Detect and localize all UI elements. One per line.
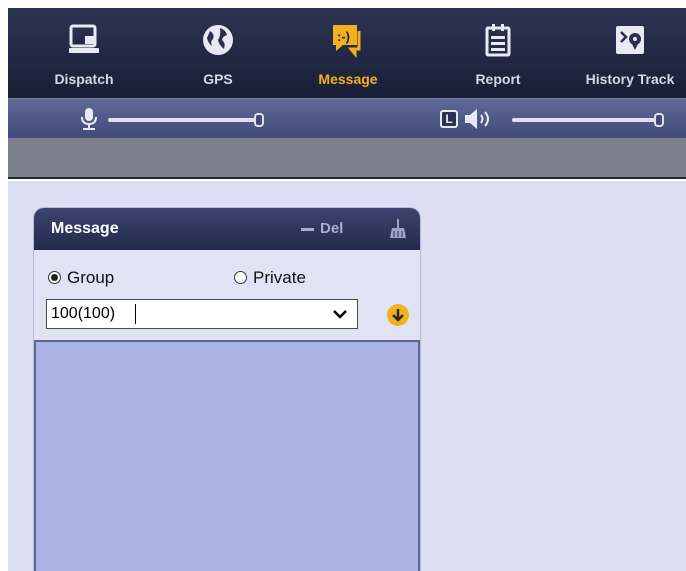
toolbar-gps[interactable]: GPS [188, 8, 248, 98]
delete-button[interactable]: Del [301, 220, 343, 237]
radio-private-indicator[interactable] [234, 271, 247, 284]
speaker-volume-slider[interactable] [512, 113, 664, 127]
report-icon [485, 24, 511, 57]
toolbar-report-label: Report [475, 71, 521, 87]
globe-icon [203, 25, 233, 55]
toolbar-gps-label: GPS [203, 71, 233, 87]
toolbar-history-track-label: History Track [585, 71, 675, 87]
message-panel-header: Message Del [34, 208, 420, 250]
radio-group[interactable]: Group [48, 268, 114, 288]
radio-group-label: Group [67, 268, 115, 287]
target-select[interactable]: 100(100) [46, 299, 358, 329]
svg-text::-): :-) [337, 29, 350, 44]
speaker-mode-toggle[interactable]: L [440, 110, 458, 128]
toolbar-report[interactable]: Report [458, 8, 538, 98]
toolbar-dispatch[interactable]: Dispatch [44, 8, 124, 98]
app-window: Dispatch GPS :-) Message Report History … [0, 0, 686, 571]
radio-group-indicator[interactable] [48, 271, 61, 284]
toolbar-history-track[interactable]: History Track [574, 8, 686, 98]
broom-icon[interactable] [389, 218, 407, 240]
mic-volume-slider[interactable] [108, 113, 264, 127]
microphone-icon [81, 108, 97, 130]
history-track-icon [616, 26, 644, 54]
speaker-icon [465, 109, 489, 129]
target-select-value: 100(100) [51, 305, 116, 322]
text-caret [135, 304, 136, 324]
message-icon: :-) [333, 25, 361, 58]
radio-private[interactable]: Private [234, 268, 306, 288]
status-strip [8, 138, 686, 179]
arrow-down-icon [392, 309, 404, 322]
main-toolbar: Dispatch GPS :-) Message Report History … [8, 8, 686, 98]
toolbar-dispatch-label: Dispatch [54, 71, 114, 87]
toolbar-message[interactable]: :-) Message [308, 8, 388, 98]
delete-button-label: Del [320, 220, 344, 237]
radio-private-label: Private [253, 268, 306, 287]
message-list-area[interactable] [34, 340, 420, 571]
volume-bar: L [8, 98, 686, 138]
minus-icon [301, 227, 314, 231]
message-panel-title: Message [51, 220, 119, 237]
dispatch-icon [69, 24, 99, 53]
chevron-down-icon [333, 310, 347, 319]
panel-right-border [418, 340, 420, 571]
speaker-volume-knob[interactable] [654, 113, 664, 127]
download-button[interactable] [387, 304, 409, 326]
panel-left-border [34, 340, 36, 571]
toolbar-message-label: Message [318, 71, 378, 87]
mic-volume-knob[interactable] [254, 113, 264, 127]
